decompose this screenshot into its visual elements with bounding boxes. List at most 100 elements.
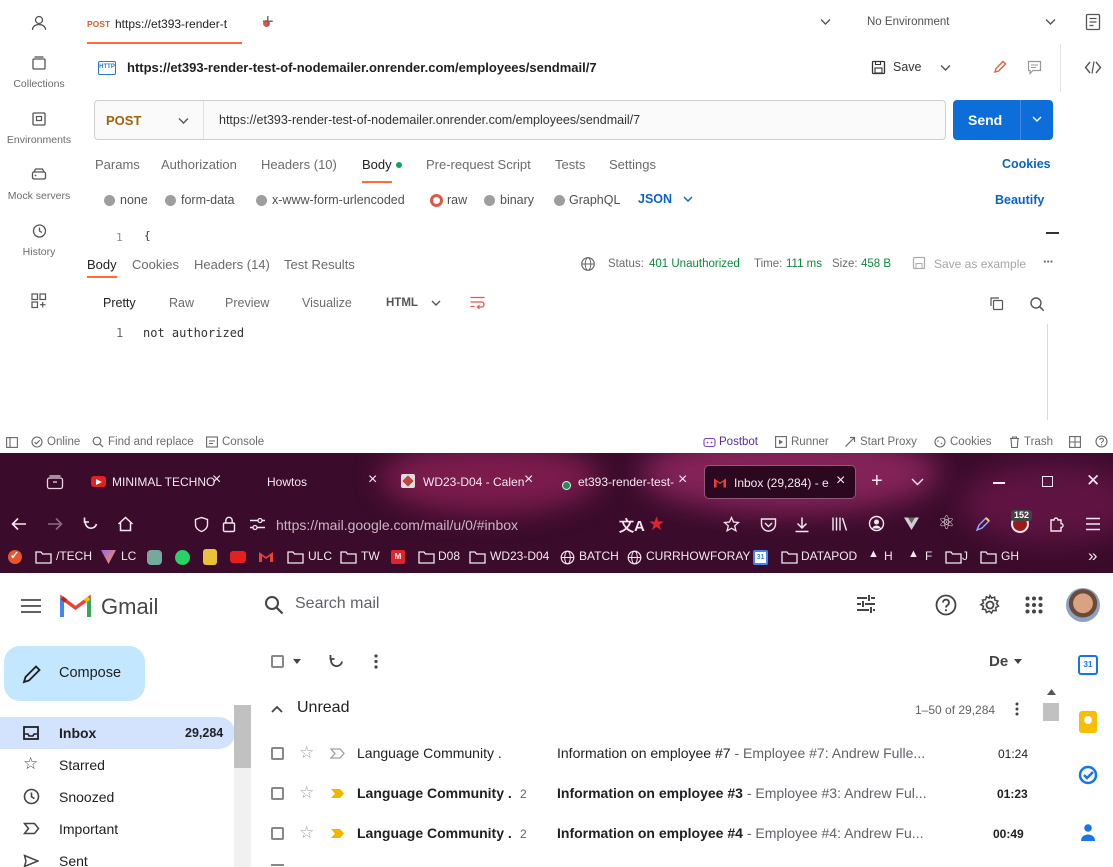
chevron-down-icon[interactable]: [820, 18, 831, 26]
radio-form-data[interactable]: [165, 195, 176, 206]
m-bookmark-icon[interactable]: M: [391, 550, 405, 564]
resize-handle[interactable]: [1046, 232, 1059, 234]
library-icon[interactable]: [831, 516, 848, 532]
radio-none[interactable]: [104, 195, 115, 206]
cookies-link[interactable]: Cookies: [1002, 157, 1051, 171]
star-icon[interactable]: ☆: [299, 823, 314, 843]
url-input[interactable]: https://et393-render-test-of-nodemailer.…: [219, 113, 640, 127]
bookmark[interactable]: D08: [438, 549, 460, 563]
refresh-icon[interactable]: [329, 654, 344, 669]
tab-request[interactable]: POST https://et393-render-t: [87, 8, 270, 44]
copy-icon[interactable]: [989, 296, 1004, 311]
edit-pencil-icon[interactable]: [992, 59, 1008, 75]
apps-grid-icon[interactable]: [1025, 596, 1043, 614]
radio-urlencoded[interactable]: [256, 195, 267, 206]
bookmark[interactable]: CURRHOWFORAY: [646, 549, 750, 563]
environment-select[interactable]: No Environment: [867, 16, 949, 28]
bookmark[interactable]: ULC: [308, 549, 332, 563]
close-window-button[interactable]: ✕: [1086, 471, 1100, 491]
avatar[interactable]: [1066, 588, 1100, 622]
search-icon[interactable]: [264, 595, 284, 615]
layout-icon[interactable]: [1069, 436, 1081, 448]
star-icon[interactable]: ☆: [299, 783, 314, 803]
view-preview[interactable]: Preview: [225, 296, 269, 310]
view-raw[interactable]: Raw: [169, 296, 194, 310]
react-devtools-icon[interactable]: ⚛: [938, 512, 955, 535]
main-menu-icon[interactable]: [21, 599, 41, 613]
importance-marker-icon[interactable]: [330, 788, 345, 799]
permissions-icon[interactable]: [249, 517, 266, 531]
nav-inbox[interactable]: Inbox 29,284: [0, 717, 235, 749]
radio-raw[interactable]: [430, 194, 443, 207]
chevron-down-icon[interactable]: [683, 196, 693, 203]
tab-params[interactable]: Params: [95, 157, 140, 172]
nav-important[interactable]: Important: [0, 813, 235, 845]
section-title[interactable]: Unread: [297, 699, 349, 717]
extensions-icon[interactable]: [1048, 515, 1065, 533]
whatsapp-icon[interactable]: [175, 550, 190, 565]
bookmark[interactable]: GH: [1001, 549, 1019, 563]
calendar-icon[interactable]: 31: [753, 550, 768, 565]
browser-tab[interactable]: et393-render-test- ×: [552, 465, 700, 499]
tab-headers[interactable]: Headers (10): [261, 157, 337, 172]
tab-response-headers[interactable]: Headers (14): [194, 257, 270, 272]
view-visualize[interactable]: Visualize: [302, 296, 352, 310]
row-checkbox[interactable]: [271, 747, 284, 760]
maximize-button[interactable]: [1042, 476, 1053, 487]
contacts-icon[interactable]: [1080, 823, 1096, 843]
gmail-logo-icon[interactable]: [60, 594, 91, 617]
forward-icon[interactable]: [47, 517, 63, 531]
row-checkbox[interactable]: [271, 827, 284, 840]
close-icon[interactable]: ×: [212, 471, 221, 489]
tab-pre-request-script[interactable]: Pre-request Script: [426, 157, 531, 172]
find-replace-button[interactable]: Find and replace: [108, 436, 194, 448]
bookmark[interactable]: F: [925, 549, 932, 563]
time-value[interactable]: 111 ms: [786, 258, 822, 270]
browser-tab[interactable]: MINIMAL TECHNO ×: [84, 465, 234, 499]
sidebar-item-history[interactable]: History: [0, 222, 78, 258]
search-icon[interactable]: [1029, 296, 1045, 312]
environment-quick-look-icon[interactable]: [1085, 13, 1101, 31]
tab-tests[interactable]: Tests: [555, 157, 585, 172]
globe-icon[interactable]: [580, 256, 596, 272]
shield-icon[interactable]: [194, 516, 209, 533]
size-value[interactable]: 458 B: [861, 258, 891, 270]
request-body-editor[interactable]: 1 {: [78, 228, 1063, 243]
cookies-button[interactable]: Cookies: [950, 436, 992, 448]
keep-icon[interactable]: [1079, 711, 1097, 733]
online-status[interactable]: Online: [47, 436, 80, 448]
list-scrollbar[interactable]: [1043, 684, 1059, 867]
calendar-icon[interactable]: 31: [1078, 655, 1098, 675]
start-proxy-button[interactable]: Start Proxy: [860, 436, 917, 448]
tab-list-chevron-icon[interactable]: [911, 478, 924, 486]
close-icon[interactable]: ×: [678, 471, 687, 489]
section-options-icon[interactable]: [1015, 702, 1019, 716]
tasks-icon[interactable]: [1078, 765, 1098, 785]
scroll-up-icon[interactable]: [1047, 689, 1056, 695]
collapse-chevron-icon[interactable]: [271, 705, 283, 713]
status-value[interactable]: 401 Unauthorized: [649, 258, 740, 270]
search-options-icon[interactable]: [856, 595, 876, 613]
select-all-checkbox[interactable]: [271, 655, 284, 668]
menu-icon[interactable]: [1085, 517, 1101, 531]
send-button[interactable]: Send: [953, 100, 1053, 140]
sidebar-item-collections[interactable]: Collections: [0, 54, 78, 90]
close-icon[interactable]: ×: [836, 472, 845, 490]
input-language-select[interactable]: De: [989, 653, 1008, 670]
email-row[interactable]: ☆ Language Community . Information on em…: [258, 733, 1038, 773]
pocket-save-icon[interactable]: [723, 516, 740, 533]
pocket-icon[interactable]: [760, 517, 777, 532]
home-icon[interactable]: [117, 516, 134, 532]
star-icon[interactable]: ☆: [299, 743, 314, 763]
sidebar-item-mock-servers[interactable]: Mock servers: [0, 166, 78, 202]
address-bar[interactable]: https://mail.google.com/mail/u/0/#inbox: [276, 517, 518, 533]
bookmark[interactable]: LC: [121, 549, 136, 563]
tab-response-body[interactable]: Body: [87, 257, 117, 272]
downloads-icon[interactable]: [794, 516, 810, 533]
bookmark[interactable]: H: [884, 549, 893, 563]
body-format-select[interactable]: JSON: [638, 192, 672, 206]
beautify-link[interactable]: Beautify: [995, 193, 1044, 207]
back-icon[interactable]: [11, 517, 27, 531]
account-icon[interactable]: [868, 515, 885, 532]
caret-down-icon[interactable]: [1014, 659, 1022, 664]
